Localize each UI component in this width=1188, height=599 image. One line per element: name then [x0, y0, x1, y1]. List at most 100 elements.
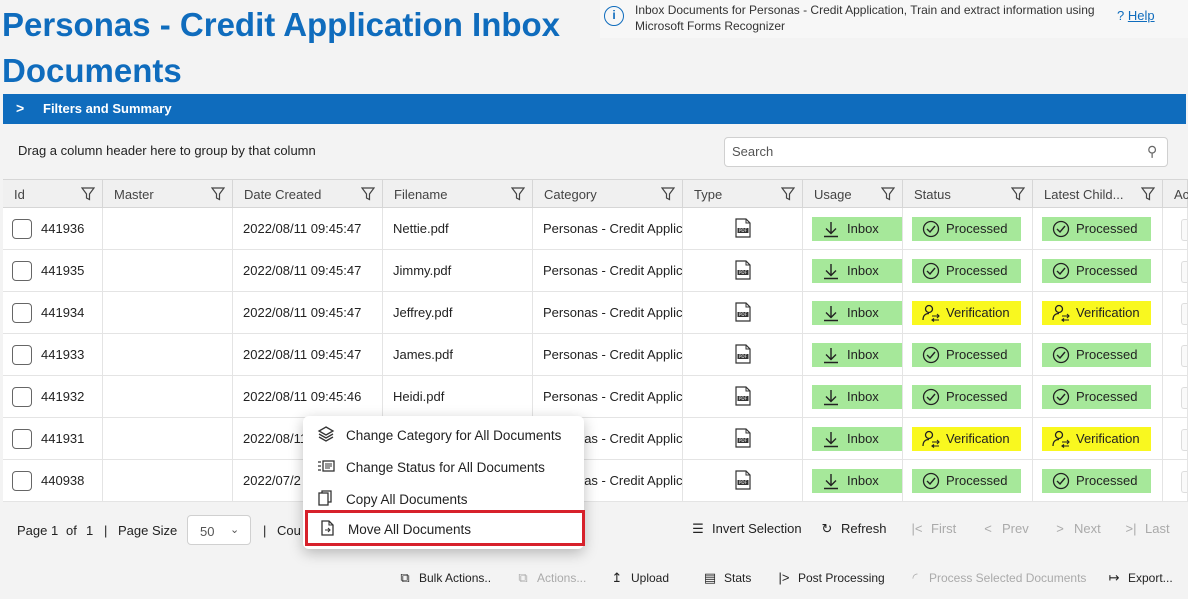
column-header[interactable]: Latest Child...	[1033, 180, 1163, 209]
cell-category: Personas - Credit Application	[543, 389, 683, 404]
svg-text:PDF: PDF	[739, 312, 748, 317]
grid-cell: 441931	[3, 418, 103, 460]
grid-cell	[103, 250, 233, 292]
table-row[interactable]: 441936 2022/08/11 09:45:47 Nettie.pdf Perso…	[3, 208, 1188, 250]
cell-date-created: 2022/08/11 09:45:46	[243, 389, 362, 404]
table-row[interactable]: 4409382022/07/2Personas - Credit Applica…	[3, 460, 1188, 502]
search-input[interactable]	[732, 144, 1132, 159]
row-action-button[interactable]	[1181, 345, 1187, 367]
filter-icon[interactable]	[361, 187, 375, 201]
actions-button[interactable]: ⧉ Actions...	[515, 570, 586, 586]
column-header[interactable]: Usage	[803, 180, 903, 209]
person-swap-icon	[1052, 304, 1070, 322]
row-action-button[interactable]	[1181, 303, 1187, 325]
page-size-select[interactable]: 50 ⌄	[187, 515, 251, 545]
copy-icon: ⧉	[400, 570, 410, 585]
filter-icon[interactable]	[1011, 187, 1025, 201]
cell-date-created: 2022/08/11 09:45:47	[243, 347, 362, 362]
pager: Page 1 of 1 | Page Size 50 ⌄ | Cou ☰ Inve…	[0, 510, 1188, 550]
row-action-button[interactable]	[1181, 429, 1187, 451]
cell-id: 440938	[41, 473, 85, 488]
column-header[interactable]: Ac	[1163, 180, 1188, 209]
menu-item-change-category[interactable]: Change Category for All Documents	[303, 418, 584, 450]
grid-cell: 441933	[3, 334, 103, 376]
page-size-label: Page Size	[118, 523, 178, 538]
grid-cell: Inbox	[803, 460, 903, 502]
export-label: Export...	[1128, 571, 1173, 585]
column-header-label: Status	[914, 187, 951, 202]
table-row[interactable]: 441934 2022/08/11 09:45:47 Jeffrey.pdf Pers…	[3, 292, 1188, 334]
row-checkbox[interactable]	[12, 261, 32, 281]
column-header[interactable]: Id	[3, 180, 103, 209]
svg-text:PDF: PDF	[739, 438, 748, 443]
filter-icon[interactable]	[1141, 187, 1155, 201]
grid-cell: Processed	[903, 250, 1033, 292]
processed-badge: Processed	[1042, 385, 1151, 409]
column-header[interactable]: Status	[903, 180, 1033, 209]
inbox-badge: Inbox	[812, 385, 902, 409]
filter-icon[interactable]	[81, 187, 95, 201]
cell-filename: Nettie.pdf	[393, 221, 449, 236]
stats-button[interactable]: ▤ Stats	[702, 570, 752, 586]
column-header[interactable]: Filename	[383, 180, 533, 209]
row-checkbox[interactable]	[12, 219, 32, 239]
column-header-label: Filename	[394, 187, 448, 202]
filter-icon[interactable]	[211, 187, 225, 201]
column-header-label: Id	[14, 187, 25, 202]
grid-cell: Verification	[1033, 418, 1163, 460]
inbox-badge: Inbox	[812, 343, 902, 367]
search-icon[interactable]: ⚲	[1147, 143, 1157, 160]
filter-icon[interactable]	[661, 187, 675, 201]
filters-summary-bar[interactable]: > Filters and Summary	[3, 94, 1186, 124]
pdf-icon: PDF	[735, 386, 751, 406]
filter-icon[interactable]	[511, 187, 525, 201]
download-arrow-icon	[824, 222, 838, 238]
row-action-button[interactable]	[1181, 261, 1187, 283]
post-processing-button[interactable]: |> Post Processing	[776, 570, 885, 585]
badge-label: Inbox	[847, 221, 879, 236]
grid-cell: 441936	[3, 208, 103, 250]
row-action-button[interactable]	[1181, 219, 1187, 241]
table-row[interactable]: 441933 2022/08/11 09:45:47 James.pdf Person…	[3, 334, 1188, 376]
table-row[interactable]: 441935 2022/08/11 09:45:47 Jimmy.pdf Person…	[3, 250, 1188, 292]
row-checkbox[interactable]	[12, 429, 32, 449]
process-selected-button[interactable]: ◜ Process Selected Documents	[907, 570, 1086, 586]
column-header[interactable]: Type	[683, 180, 803, 209]
help-label[interactable]: Help	[1128, 8, 1155, 23]
last-page-button[interactable]: >| Last	[1123, 521, 1170, 536]
upload-label: Upload	[631, 571, 670, 585]
upload-button[interactable]: ↥ Upload	[609, 570, 669, 586]
grid-cell: 2022/08/11 09:45:46	[233, 376, 383, 418]
search-box[interactable]: ⚲	[724, 137, 1168, 167]
menu-item-change-status[interactable]: Change Status for All Documents	[303, 450, 584, 482]
row-action-button[interactable]	[1181, 471, 1187, 493]
export-button[interactable]: ↦ Export...	[1106, 570, 1173, 586]
table-row[interactable]: 4419312022/08/11 09:45:46Personas - Cred…	[3, 418, 1188, 460]
download-arrow-icon	[824, 432, 838, 448]
prev-page-button[interactable]: < Prev	[980, 521, 1029, 536]
row-checkbox[interactable]	[12, 387, 32, 407]
menu-item-move-all[interactable]: Move All Documents	[305, 510, 585, 546]
refresh-button[interactable]: ↻ Refresh	[819, 521, 887, 537]
row-checkbox[interactable]	[12, 345, 32, 365]
column-header[interactable]: Master	[103, 180, 233, 209]
filter-icon[interactable]	[881, 187, 895, 201]
info-icon: i	[604, 6, 624, 26]
group-by-hint: Drag a column header here to group by th…	[18, 143, 316, 158]
invert-selection-button[interactable]: ☰ Invert Selection	[690, 521, 801, 537]
next-page-button[interactable]: > Next	[1052, 521, 1101, 536]
first-page-icon: |<	[911, 521, 923, 536]
filter-icon[interactable]	[781, 187, 795, 201]
table-row[interactable]: 441932 2022/08/11 09:45:46 Heidi.pdf Person…	[3, 376, 1188, 418]
column-header[interactable]: Date Created	[233, 180, 383, 209]
actions-label: Actions...	[537, 571, 587, 585]
row-checkbox[interactable]	[12, 303, 32, 323]
prev-label: Prev	[1002, 521, 1029, 536]
row-action-button[interactable]	[1181, 387, 1187, 409]
cell-id: 441931	[41, 431, 85, 446]
first-page-button[interactable]: |< First	[909, 521, 957, 536]
bulk-actions-button[interactable]: ⧉ Bulk Actions..	[397, 570, 491, 586]
column-header[interactable]: Category	[533, 180, 683, 209]
help-link[interactable]: ? Help	[1117, 8, 1155, 23]
row-checkbox[interactable]	[12, 471, 32, 491]
